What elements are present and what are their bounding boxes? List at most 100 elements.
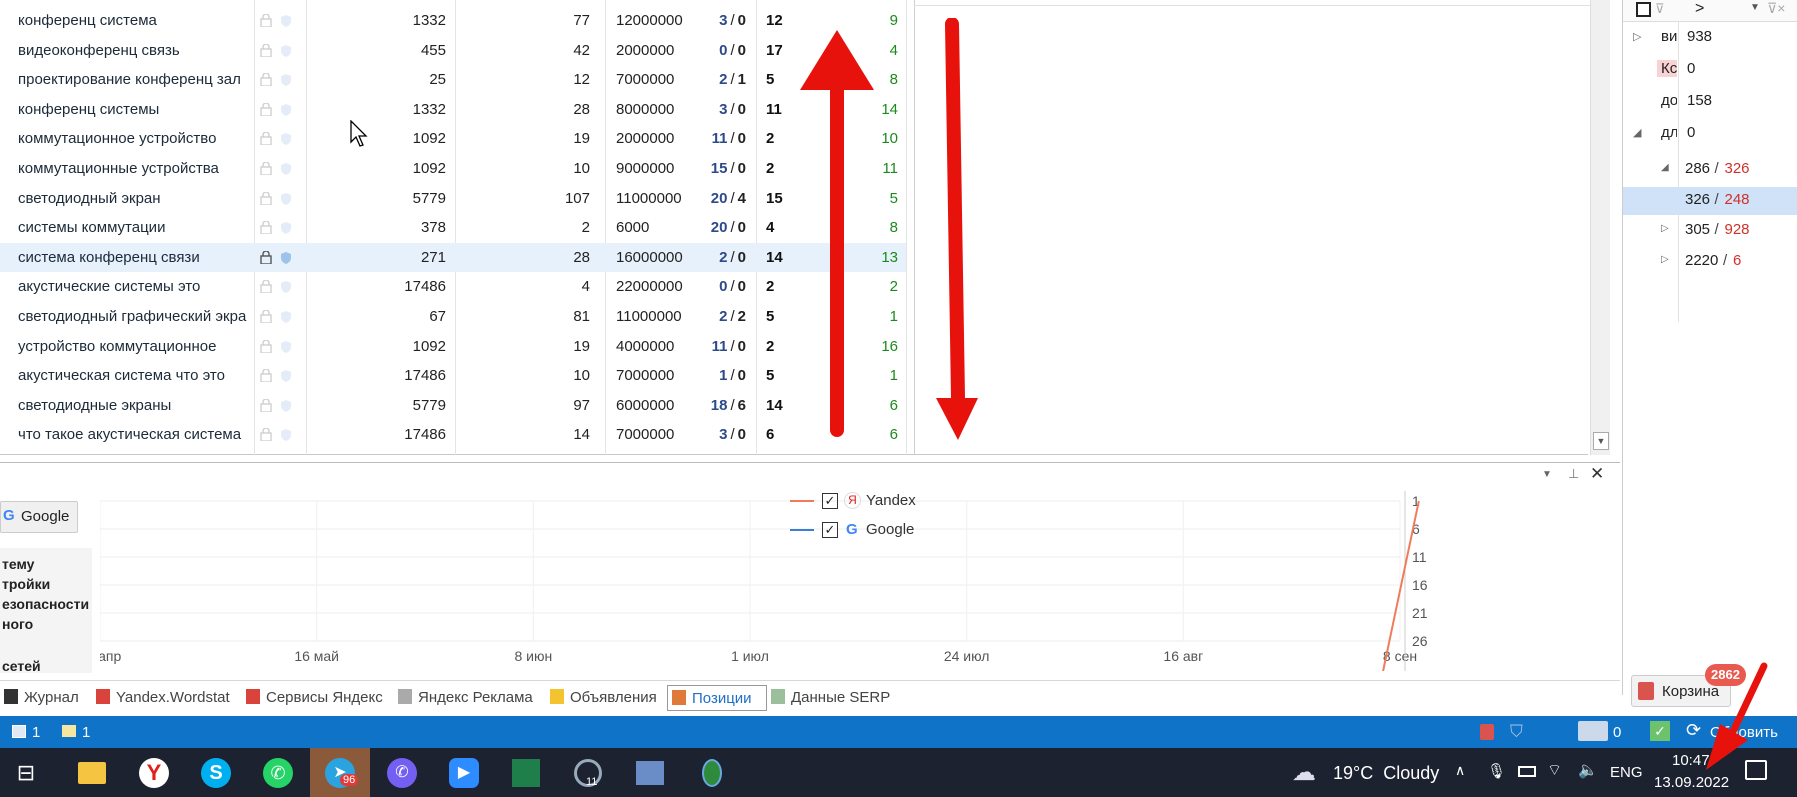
table-row[interactable]: коммутационное устройство 1092 19 2000000 2 1… <box>0 124 906 154</box>
google-button[interactable]: G Google <box>0 501 78 533</box>
task-view-icon[interactable]: ⊟ <box>0 748 52 797</box>
pin-icon[interactable]: ⊥ <box>1568 466 1579 482</box>
excel-keycollector-icon[interactable] <box>500 748 552 797</box>
vertical-scrollbar[interactable]: ▼ <box>1590 0 1610 455</box>
table-row[interactable]: проектирование конференц зал 25 12 7000000 5… <box>0 65 906 95</box>
shield-icon[interactable] <box>280 221 292 235</box>
table-row[interactable]: видеоконференц связь 455 42 2000000 17 4 0/0 <box>0 36 906 66</box>
tree-expander-icon[interactable]: ◢ <box>1661 162 1669 173</box>
lock-icon[interactable] <box>260 162 272 175</box>
shield-icon[interactable] <box>280 44 292 57</box>
lock-icon[interactable] <box>260 221 272 235</box>
table-row[interactable]: система конференц связи 271 28 16000000 14 13… <box>0 242 906 273</box>
tab-0[interactable]: Журнал <box>0 685 92 711</box>
panel-menu-icon[interactable] <box>1636 2 1651 17</box>
shield-icon[interactable] <box>280 399 292 412</box>
table-row[interactable]: светодиодный графический экра 67 81 1100000… <box>0 302 906 332</box>
table-row[interactable]: светодиодный экран 5779 107 11000000 15 5 20/4 <box>0 184 906 214</box>
shield-status-icon[interactable]: ⛉ <box>1510 722 1523 742</box>
refresh-icon[interactable]: ⟳ <box>1686 720 1701 741</box>
shield-icon[interactable] <box>280 192 292 205</box>
tree-expander-icon[interactable]: ▷ <box>1661 223 1669 234</box>
lock-icon[interactable] <box>260 250 272 264</box>
shield-icon[interactable] <box>280 73 292 87</box>
shield-icon[interactable] <box>280 162 292 175</box>
trash-status-icon[interactable] <box>1480 724 1494 740</box>
tree-expander-icon[interactable]: ▷ <box>1661 254 1669 265</box>
lock-icon[interactable] <box>260 43 272 57</box>
shield-icon[interactable] <box>280 340 292 353</box>
clock-date[interactable]: 13.09.2022 <box>1654 774 1729 791</box>
lock-icon[interactable] <box>260 280 272 294</box>
tree-pair-row[interactable]: ▷ 2220/ 6 <box>1623 248 1797 276</box>
check-status-icon[interactable]: ✓ <box>1650 721 1670 741</box>
viber-icon[interactable]: ✆ <box>376 748 428 797</box>
table-row[interactable]: устройство коммутационное 1092 19 4000000 2 1… <box>0 332 906 362</box>
tree-pair-row[interactable]: 326/ 248 <box>1623 186 1797 215</box>
network-app-icon[interactable] <box>624 748 676 797</box>
table-row[interactable]: что такое акустическая система 17486 14 700… <box>0 420 906 450</box>
tree-item-label[interactable]: ви <box>1661 28 1677 45</box>
chevron-up-icon[interactable]: ∧ <box>1455 762 1465 779</box>
yandex-browser-icon[interactable]: Y <box>128 748 180 797</box>
tab-2[interactable]: Сервисы Яндекс <box>242 685 394 711</box>
lock-icon[interactable] <box>260 73 272 87</box>
image-status-icon[interactable] <box>1578 721 1608 741</box>
lock-icon[interactable] <box>260 310 272 323</box>
lock-icon[interactable] <box>260 398 272 412</box>
lock-icon[interactable] <box>260 102 272 116</box>
language-indicator[interactable]: ENG <box>1610 764 1643 781</box>
table-row[interactable]: акустические системы это 17486 4 22000000 2 2… <box>0 272 906 302</box>
table-row[interactable]: светодиодные экраны 5779 97 6000000 14 6 18/6 <box>0 391 906 421</box>
lock-icon[interactable] <box>260 191 272 205</box>
dropdown-icon[interactable]: ▼ <box>1750 2 1760 13</box>
shield-icon[interactable] <box>280 132 292 146</box>
shield-icon[interactable] <box>280 428 292 442</box>
shield-icon[interactable] <box>280 103 292 116</box>
table-row[interactable]: системы коммутации 378 2 6000 4 8 20/0 <box>0 213 906 243</box>
shield-icon[interactable] <box>280 14 292 27</box>
lock-icon[interactable] <box>260 339 272 353</box>
tree-expander-icon[interactable]: ◢ <box>1633 126 1641 139</box>
tree-pair-row[interactable]: ◢ 286/ 326 <box>1623 156 1797 184</box>
clock-time[interactable]: 10:47 <box>1672 752 1710 769</box>
weather-text[interactable]: 19°C Cloudy <box>1333 763 1439 784</box>
tree-item-label[interactable]: до <box>1661 92 1677 109</box>
tree-pair-row[interactable]: ▷ 305/ 928 <box>1623 217 1797 245</box>
telegram-icon[interactable]: ➤ 96 <box>310 748 370 797</box>
table-row[interactable]: акустическая система что это 17486 10 70000… <box>0 361 906 391</box>
speaker-icon[interactable]: 🔈 <box>1578 760 1598 780</box>
table-row[interactable]: конференц системы 1332 28 8000000 11 14 3/0 <box>0 95 906 125</box>
scroll-down-button[interactable]: ▼ <box>1593 432 1609 450</box>
lock-icon[interactable] <box>260 132 272 146</box>
close-icon[interactable]: ✕ <box>1590 464 1604 484</box>
green-drop-app-icon[interactable] <box>686 748 738 797</box>
tab-5[interactable]: Позиции <box>667 685 767 711</box>
tree-expander-icon[interactable]: ▷ <box>1633 30 1641 43</box>
filter-icon[interactable]: ⊽ <box>1655 1 1665 17</box>
file-explorer-icon[interactable] <box>66 748 118 797</box>
shield-icon[interactable] <box>280 369 292 383</box>
tab-3[interactable]: Яндекс Реклама <box>394 685 546 711</box>
legend-google-checkbox[interactable]: ✓ <box>822 522 838 538</box>
whatsapp-icon[interactable]: ✆ <box>252 748 304 797</box>
wifi-icon[interactable]: ⌔ <box>1547 760 1562 780</box>
legend-yandex-checkbox[interactable]: ✓ <box>822 493 838 509</box>
microphone-icon[interactable]: 🎙 <box>1487 762 1506 780</box>
filter-clear-icon[interactable]: ⊽× <box>1767 0 1785 17</box>
tab-1[interactable]: Yandex.Wordstat <box>92 685 242 711</box>
panel-toolbar-text[interactable]: > <box>1695 0 1704 18</box>
tab-4[interactable]: Объявления <box>546 685 667 711</box>
table-row[interactable]: коммутационные устройства 1092 10 9000000 2 1… <box>0 154 906 184</box>
shield-icon[interactable] <box>280 280 292 294</box>
lock-icon[interactable] <box>260 14 272 27</box>
battery-icon[interactable] <box>1518 766 1536 777</box>
panel-dropdown-icon[interactable]: ▼ <box>1542 469 1552 480</box>
tree-item-label[interactable]: Кс <box>1657 60 1677 77</box>
tree-item-label[interactable]: дл <box>1661 124 1677 141</box>
shield-icon[interactable] <box>280 310 292 323</box>
lock-icon[interactable] <box>260 369 272 383</box>
tab-6[interactable]: Данные SERP <box>767 685 907 711</box>
lock-icon[interactable] <box>260 428 272 442</box>
skype-icon[interactable]: S <box>190 748 242 797</box>
